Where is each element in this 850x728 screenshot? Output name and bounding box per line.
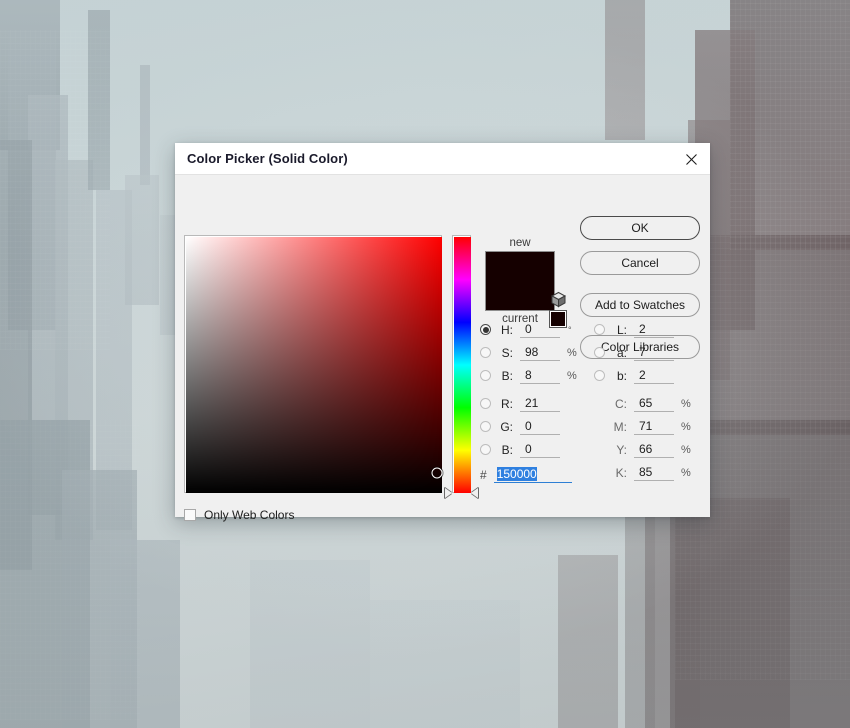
label-y: Y: bbox=[616, 442, 627, 457]
label-b-brightness: B: bbox=[501, 368, 513, 383]
field-row-b-brightness[interactable]: B: % bbox=[480, 367, 577, 384]
field-row-h[interactable]: H: ° bbox=[480, 321, 572, 338]
input-c[interactable] bbox=[634, 395, 674, 412]
input-g[interactable] bbox=[520, 418, 560, 435]
cancel-button[interactable]: Cancel bbox=[580, 251, 700, 275]
dialog-titlebar: Color Picker (Solid Color) bbox=[175, 143, 710, 175]
unit-s: % bbox=[567, 346, 577, 359]
input-b-brightness[interactable] bbox=[520, 367, 560, 384]
radio-g[interactable] bbox=[480, 421, 491, 432]
saturation-brightness-field[interactable] bbox=[184, 235, 443, 493]
saturation-brightness-gradient[interactable] bbox=[186, 237, 443, 493]
field-row-a[interactable]: a: bbox=[594, 344, 674, 361]
add-to-swatches-button[interactable]: Add to Swatches bbox=[580, 293, 700, 317]
hex-row[interactable]: # bbox=[480, 466, 572, 483]
color-preview-swatch[interactable] bbox=[485, 251, 555, 311]
unit-m: % bbox=[681, 420, 691, 433]
field-row-s[interactable]: S: % bbox=[480, 344, 577, 361]
field-row-b-lab[interactable]: b: bbox=[594, 367, 674, 384]
radio-b-lab[interactable] bbox=[594, 370, 605, 381]
hue-slider-marker-right[interactable] bbox=[471, 488, 478, 498]
input-s[interactable] bbox=[520, 344, 560, 361]
radio-h[interactable] bbox=[480, 324, 491, 335]
radio-b-brightness[interactable] bbox=[480, 370, 491, 381]
radio-r[interactable] bbox=[480, 398, 491, 409]
out-of-gamut-cube-icon[interactable] bbox=[550, 291, 567, 308]
radio-b-blue[interactable] bbox=[480, 444, 491, 455]
label-b-lab: b: bbox=[616, 368, 627, 383]
input-m[interactable] bbox=[634, 418, 674, 435]
input-k[interactable] bbox=[634, 464, 674, 481]
input-h[interactable] bbox=[520, 321, 560, 338]
field-row-b-blue[interactable]: B: bbox=[480, 441, 560, 458]
color-picker-dialog: Color Picker (Solid Color) Only Web Colo… bbox=[175, 143, 710, 522]
label-h: H: bbox=[501, 322, 513, 337]
field-row-c[interactable]: C: % bbox=[612, 395, 691, 412]
input-y[interactable] bbox=[634, 441, 674, 458]
new-color-swatch[interactable] bbox=[486, 252, 554, 310]
ok-button[interactable]: OK bbox=[580, 216, 700, 240]
input-b-lab[interactable] bbox=[634, 367, 674, 384]
hue-slider-marker-left[interactable] bbox=[445, 488, 452, 498]
only-web-colors-checkbox[interactable] bbox=[184, 509, 196, 521]
input-l[interactable] bbox=[634, 321, 674, 338]
color-preview: new current bbox=[480, 235, 560, 327]
label-l: L: bbox=[616, 322, 627, 337]
hue-slider[interactable] bbox=[445, 235, 478, 498]
field-row-l[interactable]: L: bbox=[594, 321, 674, 338]
dialog-title: Color Picker (Solid Color) bbox=[187, 151, 348, 166]
hex-prefix: # bbox=[480, 467, 487, 482]
radio-a[interactable] bbox=[594, 347, 605, 358]
input-r[interactable] bbox=[520, 395, 560, 412]
label-m: M: bbox=[613, 419, 627, 434]
input-b-blue[interactable] bbox=[520, 441, 560, 458]
label-a: a: bbox=[616, 345, 627, 360]
hue-slider-gradient[interactable] bbox=[454, 237, 471, 493]
label-b-blue: B: bbox=[501, 442, 513, 457]
field-row-r[interactable]: R: bbox=[480, 395, 560, 412]
label-c: C: bbox=[615, 396, 627, 411]
hex-input[interactable] bbox=[493, 466, 572, 483]
only-web-colors-label: Only Web Colors bbox=[204, 508, 295, 522]
field-row-g[interactable]: G: bbox=[480, 418, 560, 435]
label-r: R: bbox=[501, 396, 513, 411]
unit-h: ° bbox=[568, 324, 572, 335]
label-k: K: bbox=[615, 465, 627, 480]
field-row-y[interactable]: Y: % bbox=[612, 441, 691, 458]
radio-s[interactable] bbox=[480, 347, 491, 358]
radio-l[interactable] bbox=[594, 324, 605, 335]
unit-b-brightness: % bbox=[567, 369, 577, 382]
label-g: G: bbox=[500, 419, 513, 434]
dialog-body: Only Web Colors new current OK Cancel Ad… bbox=[175, 175, 710, 522]
field-row-m[interactable]: M: % bbox=[612, 418, 691, 435]
close-icon[interactable] bbox=[678, 147, 704, 171]
only-web-colors-row[interactable]: Only Web Colors bbox=[184, 508, 294, 522]
unit-c: % bbox=[681, 397, 691, 410]
input-a[interactable] bbox=[634, 344, 674, 361]
unit-k: % bbox=[681, 466, 691, 479]
unit-y: % bbox=[681, 443, 691, 456]
field-row-k[interactable]: K: % bbox=[612, 464, 691, 481]
black-gradient-layer bbox=[186, 237, 442, 493]
label-s: S: bbox=[501, 345, 513, 360]
new-color-label: new bbox=[509, 237, 531, 249]
